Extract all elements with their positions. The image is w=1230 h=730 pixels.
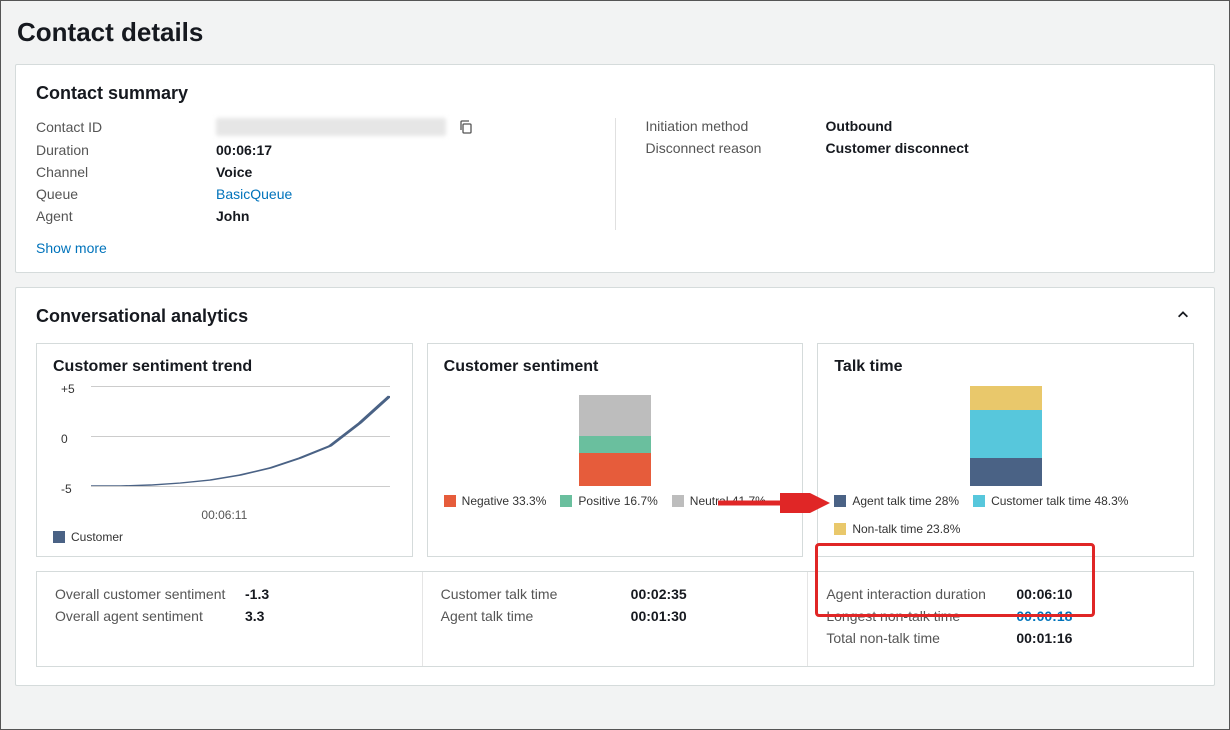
metric-row: Overall customer sentiment-1.3 [55,586,404,602]
metric-label: Longest non-talk time [826,608,1016,624]
swatch-icon [834,523,846,535]
metric-row: Agent interaction duration00:06:10 [826,586,1175,602]
talk-segment [970,458,1042,486]
metric-row[interactable]: Longest non-talk time00:00:18 [826,608,1175,624]
legend-label: Positive 16.7% [578,494,657,508]
metrics-col-talk: Customer talk time00:02:35Agent talk tim… [422,572,808,666]
metrics-row: Overall customer sentiment-1.3Overall ag… [36,571,1194,667]
legend-label: Neutral 41.7% [690,494,766,508]
customer-sentiment-panel: Customer sentiment Negative 33.3% Positiv… [427,343,804,557]
conversational-analytics-card: Conversational analytics Customer sentim… [15,287,1215,686]
metric-value: 3.3 [245,608,264,624]
talk-time-legend: Agent talk time 28% Customer talk time 48… [834,494,1177,536]
metric-label: Total non-talk time [826,630,1016,646]
ytick-zero: 0 [61,432,68,446]
metric-row: Agent talk time00:01:30 [441,608,790,624]
swatch-icon [53,531,65,543]
contact-id-label: Contact ID [36,119,216,135]
channel-label: Channel [36,164,216,180]
swatch-icon [560,495,572,507]
sentiment-trend-legend: Customer [53,530,396,544]
metric-value: -1.3 [245,586,269,602]
show-more-link[interactable]: Show more [36,240,107,256]
legend-item: Agent talk time 28% [834,494,959,508]
queue-value-link[interactable]: BasicQueue [216,186,292,202]
metric-label: Overall customer sentiment [55,586,245,602]
talk-time-panel: Talk time Agent talk time 28% Customer ta… [817,343,1194,557]
metric-value: 00:06:10 [1016,586,1072,602]
sentiment-segment [579,395,651,437]
legend-item: Neutral 41.7% [672,494,766,508]
talk-segment [970,386,1042,410]
swatch-icon [444,495,456,507]
sentiment-segment [579,453,651,486]
talk-time-chart [834,386,1177,486]
sentiment-trend-title: Customer sentiment trend [53,358,396,376]
legend-label: Customer talk time 48.3% [991,494,1128,508]
metric-label: Agent interaction duration [826,586,1016,602]
metric-value: 00:01:30 [631,608,687,624]
legend-item: Customer [53,530,123,544]
swatch-icon [672,495,684,507]
metric-value: 00:02:35 [631,586,687,602]
talk-time-title: Talk time [834,358,1177,376]
legend-label: Customer [71,530,123,544]
ytick-plus5: +5 [61,382,75,396]
customer-sentiment-title: Customer sentiment [444,358,787,376]
contact-summary-card: Contact summary Contact ID [15,64,1215,273]
sentiment-trend-line [91,386,390,486]
channel-value: Voice [216,164,252,180]
summary-left-col: Contact ID Duration 00:06:17 [36,118,616,230]
summary-right-col: Initiation method Outbound Disconnect re… [616,118,1195,230]
copy-icon[interactable] [458,119,474,135]
legend-item: Positive 16.7% [560,494,657,508]
sentiment-trend-chart: +5 0 -5 [61,386,396,506]
collapse-toggle[interactable] [1172,304,1194,329]
agent-value: John [216,208,249,224]
duration-label: Duration [36,142,216,158]
metric-row: Customer talk time00:02:35 [441,586,790,602]
contact-id-value-redacted [216,118,446,136]
metric-label: Customer talk time [441,586,631,602]
legend-item: Non-talk time 23.8% [834,522,960,536]
queue-label: Queue [36,186,216,202]
disconnect-value: Customer disconnect [826,140,969,156]
metric-row: Overall agent sentiment3.3 [55,608,404,624]
legend-label: Agent talk time 28% [852,494,959,508]
swatch-icon [834,495,846,507]
legend-label: Negative 33.3% [462,494,547,508]
ytick-minus5: -5 [61,482,72,496]
talk-segment [970,410,1042,458]
initiation-label: Initiation method [646,118,826,134]
legend-label: Non-talk time 23.8% [852,522,960,536]
sentiment-trend-panel: Customer sentiment trend +5 0 -5 00:06:1… [36,343,413,557]
metric-row: Total non-talk time00:01:16 [826,630,1175,646]
page-title: Contact details [17,17,1215,48]
metrics-col-overall: Overall customer sentiment-1.3Overall ag… [37,572,422,666]
customer-sentiment-chart [444,386,787,486]
disconnect-label: Disconnect reason [646,140,826,156]
contact-summary-title: Contact summary [36,83,1194,104]
metrics-col-nontalk: Agent interaction duration00:06:10Longes… [807,572,1193,666]
metric-label: Agent talk time [441,608,631,624]
initiation-value: Outbound [826,118,893,134]
chevron-up-icon [1176,308,1190,322]
legend-item: Negative 33.3% [444,494,547,508]
sentiment-trend-xlabel: 00:06:11 [53,508,396,522]
analytics-title: Conversational analytics [36,306,248,327]
sentiment-segment [579,436,651,453]
legend-item: Customer talk time 48.3% [973,494,1128,508]
metric-value[interactable]: 00:00:18 [1016,608,1072,624]
agent-label: Agent [36,208,216,224]
customer-sentiment-legend: Negative 33.3% Positive 16.7% Neutral 41.7… [444,494,787,508]
metric-label: Overall agent sentiment [55,608,245,624]
metric-value: 00:01:16 [1016,630,1072,646]
swatch-icon [973,495,985,507]
duration-value: 00:06:17 [216,142,272,158]
